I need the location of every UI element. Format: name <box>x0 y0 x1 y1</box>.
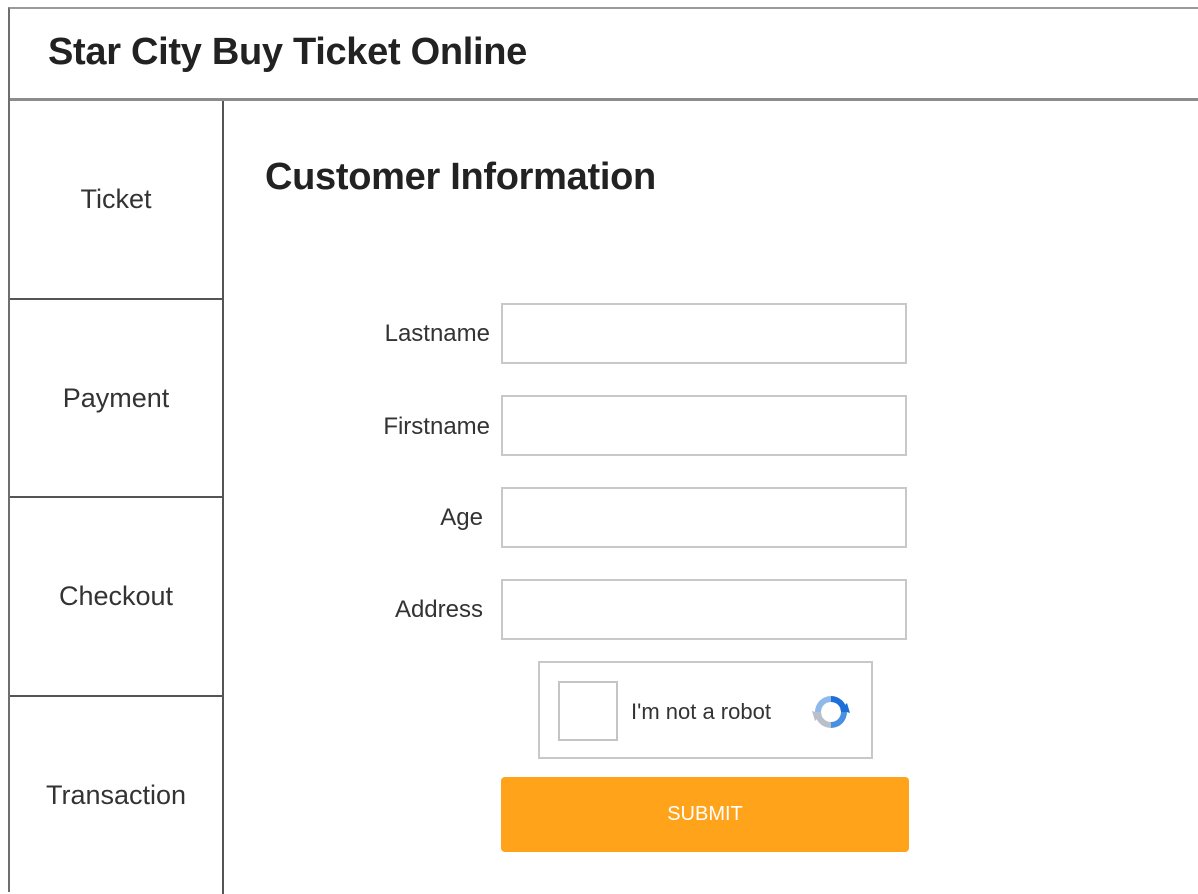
age-label: Age <box>440 504 483 531</box>
lastname-input[interactable] <box>501 303 907 364</box>
sidebar-item-checkout[interactable]: Checkout <box>10 498 222 697</box>
main-content: Customer Information Lastname Firstname … <box>224 101 1198 894</box>
lastname-label: Lastname <box>384 320 490 347</box>
address-input[interactable] <box>501 579 907 640</box>
firstname-label: Firstname <box>383 413 490 440</box>
captcha-checkbox[interactable] <box>558 681 618 741</box>
age-input[interactable] <box>501 487 907 548</box>
sidebar: Ticket Payment Checkout Transaction <box>10 101 224 894</box>
recaptcha-icon <box>812 696 850 728</box>
sidebar-item-transaction[interactable]: Transaction <box>10 697 222 894</box>
submit-button[interactable]: SUBMIT <box>501 777 909 852</box>
header: Star City Buy Ticket Online <box>10 9 1198 101</box>
app-window: Star City Buy Ticket Online Ticket Payme… <box>8 7 1198 894</box>
firstname-input[interactable] <box>501 395 907 456</box>
captcha-widget: I'm not a robot <box>538 661 873 759</box>
captcha-label: I'm not a robot <box>631 699 771 724</box>
address-label: Address <box>394 596 483 623</box>
sidebar-item-ticket[interactable]: Ticket <box>10 101 222 300</box>
sidebar-item-payment[interactable]: Payment <box>10 300 222 498</box>
app-title: Star City Buy Ticket Online <box>48 31 527 73</box>
page-title: Customer Information <box>265 156 656 198</box>
